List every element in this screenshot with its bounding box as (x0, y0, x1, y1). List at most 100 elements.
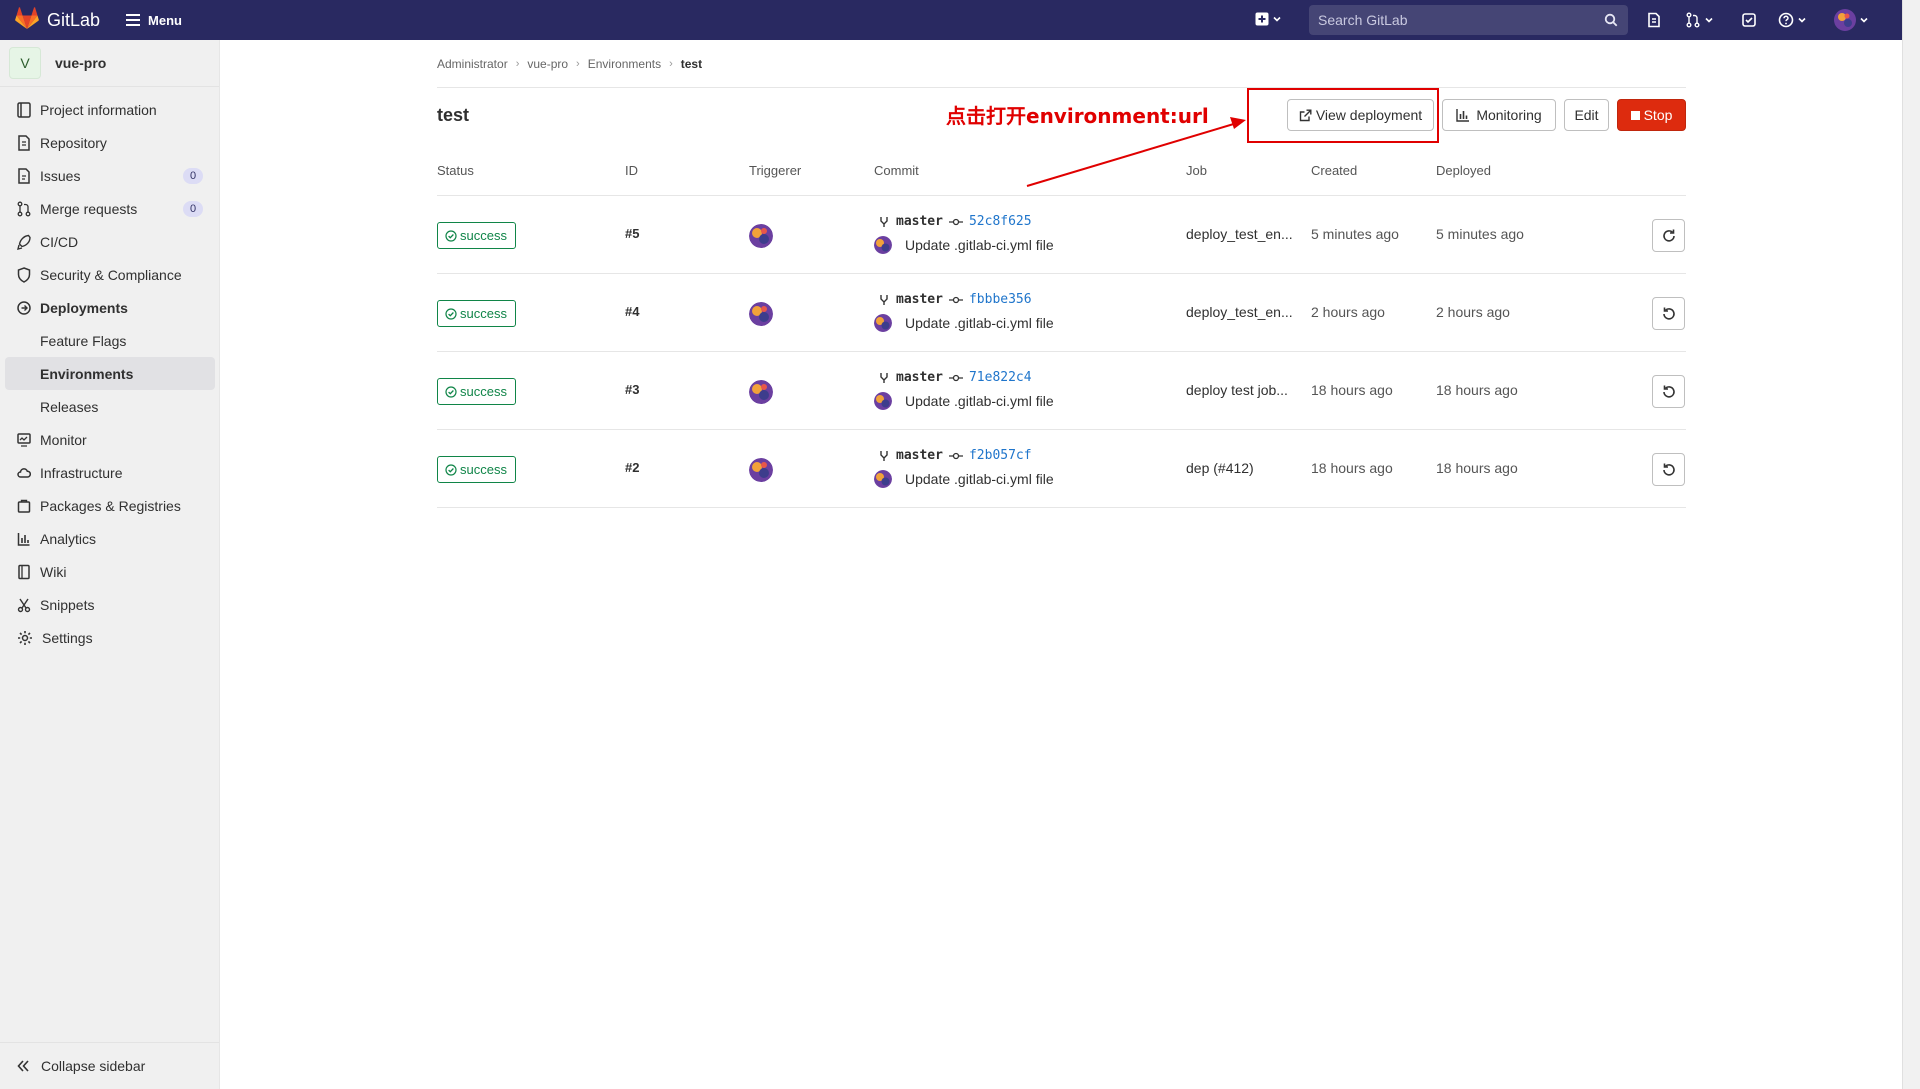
issues-count-badge: 0 (183, 168, 203, 184)
sidebar-item-issues[interactable]: Issues 0 (0, 159, 219, 192)
branch-name-link[interactable]: master (896, 448, 943, 463)
rollback-button[interactable] (1652, 297, 1685, 330)
triggerer-avatar[interactable] (749, 458, 773, 482)
stop-button[interactable]: Stop (1617, 99, 1686, 131)
branch-name-link[interactable]: master (896, 292, 943, 307)
sidebar-item-settings[interactable]: Settings (0, 621, 219, 654)
page-scrollbar[interactable] (1902, 0, 1920, 1089)
chevron-down-icon (1860, 17, 1868, 23)
sidebar-item-packages-registries[interactable]: Packages & Registries (0, 489, 219, 522)
sidebar-item-label: Deployments (40, 299, 128, 316)
column-header-job: Job (1186, 163, 1207, 178)
view-deployment-button[interactable]: View deployment (1287, 99, 1434, 131)
double-chevron-left-icon (17, 1060, 29, 1072)
column-header-triggerer: Triggerer (749, 163, 802, 178)
commit-title-link[interactable]: Update .gitlab-ci.yml file (905, 471, 1054, 487)
gitlab-home-link[interactable]: GitLab (15, 7, 100, 33)
branch-icon (880, 216, 888, 227)
job-link[interactable]: deploy test job... (1186, 382, 1288, 398)
column-header-deployed: Deployed (1436, 163, 1491, 178)
column-header-created: Created (1311, 163, 1358, 178)
commit-sha-link[interactable]: 71e822c4 (969, 370, 1032, 385)
hamburger-icon (126, 14, 141, 26)
sidebar-item-feature-flags[interactable]: Feature Flags (0, 324, 219, 357)
status-badge[interactable]: success (437, 300, 516, 327)
edit-button[interactable]: Edit (1564, 99, 1609, 131)
user-menu-dropdown[interactable] (1834, 9, 1869, 31)
redeploy-button[interactable] (1652, 219, 1685, 252)
collapse-sidebar-label: Collapse sidebar (41, 1058, 146, 1074)
column-header-commit: Commit (874, 163, 919, 178)
project-header-link[interactable]: V vue-pro (0, 40, 219, 87)
job-link[interactable]: deploy_test_en... (1186, 226, 1293, 242)
branch-name-link[interactable]: master (896, 370, 943, 385)
sidebar-item-wiki[interactable]: Wiki (0, 555, 219, 588)
job-link[interactable]: deploy_test_en... (1186, 304, 1293, 320)
rollback-button[interactable] (1652, 375, 1685, 408)
commit-author-avatar[interactable] (874, 236, 892, 254)
commit-author-avatar[interactable] (874, 314, 892, 332)
table-row: success #4 master fbbbe356 Update .gitla… (437, 274, 1686, 352)
merge-request-icon (1686, 12, 1700, 28)
deployments-icon (17, 300, 31, 315)
triggerer-avatar[interactable] (749, 224, 773, 248)
status-badge[interactable]: success (437, 456, 516, 483)
commit-sha-link[interactable]: 52c8f625 (969, 214, 1032, 229)
status-badge[interactable]: success (437, 378, 516, 405)
commit-title-link[interactable]: Update .gitlab-ci.yml file (905, 315, 1054, 331)
sidebar-item-deployments[interactable]: Deployments (0, 291, 219, 324)
sidebar-item-label: Analytics (40, 530, 97, 547)
issues-shortcut-button[interactable] (1646, 12, 1662, 28)
table-row: success #2 master f2b057cf Update .gitla… (437, 430, 1686, 508)
commit-ref: master f2b057cf (878, 448, 1032, 463)
branch-name-link[interactable]: master (896, 214, 943, 229)
breadcrumb: Administrator › vue-pro › Environments ›… (437, 57, 702, 71)
sidebar-item-repository[interactable]: Repository (0, 126, 219, 159)
sidebar-item-security-compliance[interactable]: Security & Compliance (0, 258, 219, 291)
view-deployment-label: View deployment (1315, 107, 1423, 123)
issues-icon (1648, 12, 1660, 28)
sidebar-item-snippets[interactable]: Snippets (0, 588, 219, 621)
sidebar-item-merge-requests[interactable]: Merge requests 0 (0, 192, 219, 225)
help-dropdown[interactable] (1778, 12, 1807, 28)
rollback-button[interactable] (1652, 453, 1685, 486)
annotation-text: 点击打开environment:url (946, 104, 1209, 128)
search-input[interactable]: Search GitLab (1309, 5, 1628, 35)
commit-sha-link[interactable]: f2b057cf (969, 448, 1032, 463)
monitoring-button[interactable]: Monitoring (1442, 99, 1556, 131)
sidebar-item-infrastructure[interactable]: Infrastructure (0, 456, 219, 489)
commit-sha-link[interactable]: fbbbe356 (969, 292, 1032, 307)
commit-icon (948, 374, 963, 381)
job-link[interactable]: dep (#412) (1186, 460, 1254, 476)
collapse-sidebar-button[interactable]: Collapse sidebar (0, 1042, 219, 1089)
sidebar-item-monitor[interactable]: Monitor (0, 423, 219, 456)
new-dropdown-button[interactable] (1255, 12, 1282, 26)
commit-author-avatar[interactable] (874, 470, 892, 488)
deployed-time: 18 hours ago (1436, 460, 1518, 476)
merge-requests-dropdown[interactable] (1685, 12, 1714, 28)
sidebar-item-environments[interactable]: Environments (5, 357, 215, 390)
repository-icon (18, 134, 30, 151)
sidebar-item-ci-cd[interactable]: CI/CD (0, 225, 219, 258)
breadcrumb-item-environments[interactable]: Environments (588, 57, 661, 71)
breadcrumb-item-current[interactable]: test (681, 57, 702, 71)
sidebar-item-label: Feature Flags (40, 332, 127, 349)
todo-check-icon (1742, 13, 1756, 27)
triggerer-avatar[interactable] (749, 302, 773, 326)
commit-ref: master 52c8f625 (878, 214, 1032, 229)
commit-icon (948, 296, 963, 303)
sidebar-item-label: Releases (40, 398, 99, 415)
commit-author-avatar[interactable] (874, 392, 892, 410)
todos-button[interactable] (1741, 12, 1757, 28)
sidebar-item-analytics[interactable]: Analytics (0, 522, 219, 555)
menu-button[interactable]: Menu (126, 13, 182, 28)
status-badge[interactable]: success (437, 222, 516, 249)
breadcrumb-item-project[interactable]: vue-pro (527, 57, 568, 71)
sidebar-item-project-information[interactable]: Project information (0, 93, 219, 126)
triggerer-avatar[interactable] (749, 380, 773, 404)
breadcrumb-item-administrator[interactable]: Administrator (437, 57, 508, 71)
project-avatar: V (9, 47, 41, 79)
commit-title-link[interactable]: Update .gitlab-ci.yml file (905, 393, 1054, 409)
commit-title-link[interactable]: Update .gitlab-ci.yml file (905, 237, 1054, 253)
sidebar-item-releases[interactable]: Releases (0, 390, 219, 423)
